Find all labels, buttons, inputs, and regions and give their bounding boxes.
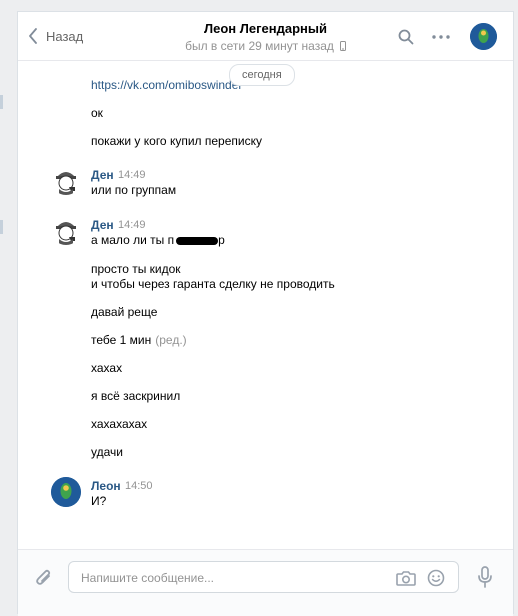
message-text: тебе 1 мин (ред.)	[91, 333, 187, 347]
message-text: или по группам	[91, 183, 177, 197]
message-time[interactable]: 14:49	[118, 219, 146, 231]
left-edge-marker	[0, 220, 3, 234]
smile-icon	[427, 569, 445, 587]
search-button[interactable]	[395, 26, 417, 48]
camera-button[interactable]	[395, 568, 417, 588]
message-text: покажи у кого купил переписку	[91, 134, 262, 148]
mobile-phone-icon	[339, 41, 346, 51]
message-text: я всё заскринил	[91, 389, 181, 403]
message-text-visible: а мало ли ты п	[91, 233, 175, 247]
message-author[interactable]: Ден	[91, 168, 114, 182]
message-text: а мало ли ты п р	[91, 233, 225, 247]
message-input[interactable]: Напишите сообщение...	[68, 561, 459, 593]
edited-label[interactable]: (ред.)	[155, 333, 186, 347]
message-text: и чтобы через гаранта сделку не проводит…	[91, 277, 335, 291]
message-text: давай реще	[91, 305, 158, 319]
redaction-mark	[176, 236, 219, 245]
message-text: хахахахах	[91, 417, 148, 431]
avatar[interactable]	[51, 215, 81, 245]
avatar[interactable]	[51, 165, 81, 195]
message-text: удачи	[91, 445, 123, 459]
message-composer: Напишите сообщение...	[18, 549, 513, 616]
message-link[interactable]: https://vk.com/omiboswinder	[91, 78, 242, 92]
detective-avatar-image	[56, 172, 76, 195]
camera-icon	[396, 571, 416, 586]
message-text: ок	[91, 106, 103, 120]
more-actions-button[interactable]	[430, 26, 452, 48]
chat-panel: Назад Леон Легендарный был в сети 29 мин…	[17, 11, 514, 616]
avatar[interactable]	[51, 477, 81, 507]
left-edge-marker	[0, 95, 3, 109]
message-author[interactable]: Леон	[91, 479, 121, 493]
message-text: просто ты кидок	[91, 262, 181, 276]
avatar-image	[51, 477, 81, 507]
message-text: И?	[91, 494, 107, 508]
voice-message-button[interactable]	[474, 565, 496, 589]
message-author[interactable]: Ден	[91, 218, 114, 232]
search-icon	[398, 29, 414, 45]
detective-avatar-image	[56, 222, 76, 245]
status-text: был в сети 29 минут назад	[185, 39, 334, 53]
message-text-edited: тебе 1 мин	[91, 333, 152, 347]
message-time[interactable]: 14:49	[118, 169, 146, 181]
more-dots-icon	[432, 35, 450, 39]
chat-header: Назад Леон Легендарный был в сети 29 мин…	[18, 12, 513, 61]
paperclip-icon	[36, 569, 51, 585]
attach-button[interactable]	[33, 565, 55, 589]
message-text-tail: р	[218, 233, 225, 247]
avatar-image	[470, 23, 497, 50]
message-input-placeholder: Напишите сообщение...	[81, 571, 215, 585]
date-separator: сегодня	[229, 64, 295, 86]
microphone-icon	[478, 566, 492, 588]
emoji-button[interactable]	[426, 568, 446, 588]
header-avatar[interactable]	[470, 23, 497, 50]
message-text: хахах	[91, 361, 123, 375]
message-time[interactable]: 14:50	[125, 480, 153, 492]
